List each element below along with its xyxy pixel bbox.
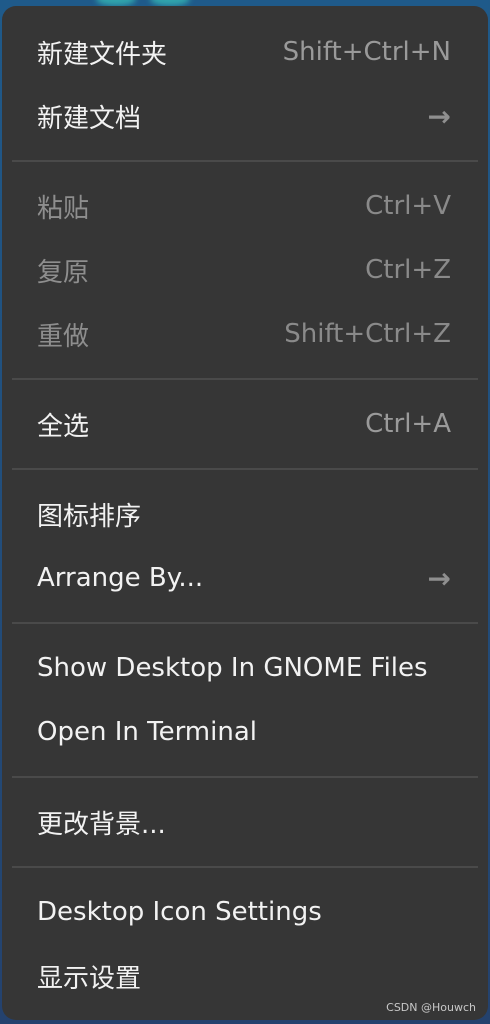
menu-item-open-in-terminal[interactable]: Open In Terminal <box>2 700 488 764</box>
menu-item-undo[interactable]: 复原 Ctrl+Z <box>2 238 488 302</box>
menu-item-arrange-by[interactable]: Arrange By... → <box>2 546 488 610</box>
menu-item-label: 粘贴 <box>37 193 90 224</box>
menu-separator <box>12 378 478 380</box>
menu-item-shortcut: Shift+Ctrl+N <box>282 37 451 67</box>
menu-item-shortcut: Shift+Ctrl+Z <box>284 319 451 349</box>
menu-separator <box>12 622 478 624</box>
menu-item-label: 新建文件夹 <box>37 39 168 70</box>
arrow-right-icon: → <box>427 99 451 133</box>
menu-item-select-all[interactable]: 全选 Ctrl+A <box>2 392 488 456</box>
menu-item-new-document[interactable]: 新建文档 → <box>2 84 488 148</box>
menu-item-display-settings[interactable]: 显示设置 <box>2 944 488 1008</box>
menu-item-label: 图标排序 <box>37 501 142 532</box>
menu-item-paste[interactable]: 粘贴 Ctrl+V <box>2 174 488 238</box>
menu-separator <box>12 160 478 162</box>
arrow-right-icon: → <box>427 561 451 595</box>
menu-item-label: Show Desktop In GNOME Files <box>37 653 428 683</box>
menu-item-show-desktop-in-files[interactable]: Show Desktop In GNOME Files <box>2 636 488 700</box>
menu-item-label: Desktop Icon Settings <box>37 897 322 927</box>
menu-separator <box>12 468 478 470</box>
menu-item-label: 显示设置 <box>37 963 142 994</box>
menu-item-desktop-icon-settings[interactable]: Desktop Icon Settings <box>2 880 488 944</box>
menu-item-shortcut: Ctrl+Z <box>365 255 451 285</box>
menu-item-label: Open In Terminal <box>37 717 257 747</box>
menu-separator <box>12 866 478 868</box>
menu-item-label: 全选 <box>37 411 90 442</box>
menu-item-sort-icons[interactable]: 图标排序 <box>2 482 488 546</box>
menu-item-shortcut: Ctrl+A <box>365 409 451 439</box>
menu-item-label: 更改背景... <box>37 809 166 840</box>
menu-separator <box>12 776 478 778</box>
menu-item-new-folder[interactable]: 新建文件夹 Shift+Ctrl+N <box>2 20 488 84</box>
context-menu: 新建文件夹 Shift+Ctrl+N 新建文档 → 粘贴 Ctrl+V 复原 C… <box>2 6 488 1020</box>
menu-item-change-background[interactable]: 更改背景... <box>2 790 488 854</box>
menu-item-label: 复原 <box>37 257 90 288</box>
menu-item-label: 新建文档 <box>37 103 142 134</box>
menu-item-shortcut: Ctrl+V <box>365 191 451 221</box>
menu-item-label: Arrange By... <box>37 563 204 593</box>
watermark: CSDN @Houwch <box>386 1001 476 1014</box>
menu-item-label: 重做 <box>37 321 90 352</box>
menu-item-redo[interactable]: 重做 Shift+Ctrl+Z <box>2 302 488 366</box>
